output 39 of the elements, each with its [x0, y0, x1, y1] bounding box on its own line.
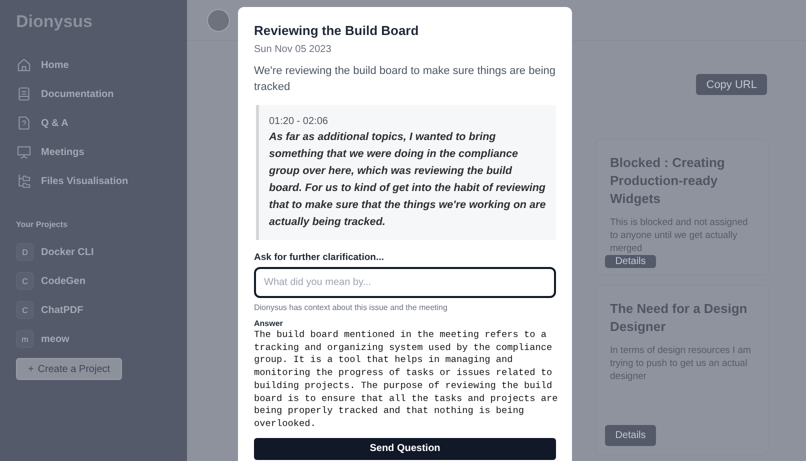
field-hint: Dionysus has context about this issue and the meeting	[254, 303, 448, 312]
project-initial-badge: D	[16, 243, 34, 261]
sidebar-link[interactable]: Meetings	[16, 141, 171, 163]
create-project-button[interactable]: + Create a Project	[16, 358, 122, 380]
section-heading: Your Projects	[16, 220, 68, 229]
document-icon	[16, 86, 32, 102]
details-button[interactable]: Details	[605, 425, 656, 446]
details-button[interactable]: Details	[605, 255, 656, 268]
project-initial-badge: C	[16, 272, 34, 290]
project-link[interactable]: meow	[41, 334, 70, 344]
question-document-icon	[16, 115, 32, 131]
project-initial-badge: m	[16, 330, 34, 348]
timestamp: 01:20 - 02:06	[269, 116, 329, 127]
card-description: This is blocked and not assigned to anyone until we get actually merged	[610, 216, 749, 255]
home-icon	[16, 57, 32, 73]
sidebar-link[interactable]: Files Visualisation	[16, 170, 171, 192]
send-question-button[interactable]: Send Question	[254, 438, 556, 460]
copy-url-button[interactable]: Copy URL	[696, 74, 767, 95]
project-link[interactable]: CodeGen	[41, 276, 86, 286]
issue-summary: We're reviewing the build board to make sure things are being tracked	[254, 64, 556, 95]
card-title: The Need for a Design Designer	[610, 300, 748, 336]
answer-text: The build board mentioned in the meeting refers to a tracking and organizing system used by the compliance group. It is a tool that helps in managing and monitoring the progress of tasks or issues related to building projects. The purpose of reviewing the build board is to ensure that all the tasks and projects are being properly tracked and that nothing is being overlooked.	[254, 329, 559, 431]
card-description: In terms of design resources I am trying to push to get us an actual designer	[610, 344, 752, 383]
card-title: Blocked : Creating Production-ready Widgets	[610, 154, 726, 208]
sidebar-link[interactable]: Home	[16, 54, 171, 76]
project-link[interactable]: ChatPDF	[41, 304, 84, 316]
dialog-title: Reviewing the Build Board	[254, 23, 420, 38]
user-avatar[interactable]	[207, 8, 230, 32]
sidebar-link[interactable]: Documentation	[16, 83, 171, 105]
presentation-board-icon	[16, 144, 32, 160]
project-link[interactable]: Docker CLI	[41, 246, 94, 258]
project-initial-badge: C	[16, 301, 34, 319]
field-label: Ask for further clarification...	[254, 252, 385, 263]
folder-tree-icon	[16, 173, 32, 189]
quote-text: As far as additional topics, I wanted to bring something that we were doing in the compliance group over here, which was reviewing the build board. For us to kind of get into the habit of reviewing that to make sure that the things we're working on are actually being tracked.	[269, 130, 546, 230]
meeting-date: Sun Nov 05 2023	[254, 44, 332, 55]
sidebar-link[interactable]: Q & A	[16, 112, 171, 134]
answer-label: Answer	[254, 319, 284, 328]
question-input-field[interactable]: What did you mean by...	[254, 267, 556, 298]
